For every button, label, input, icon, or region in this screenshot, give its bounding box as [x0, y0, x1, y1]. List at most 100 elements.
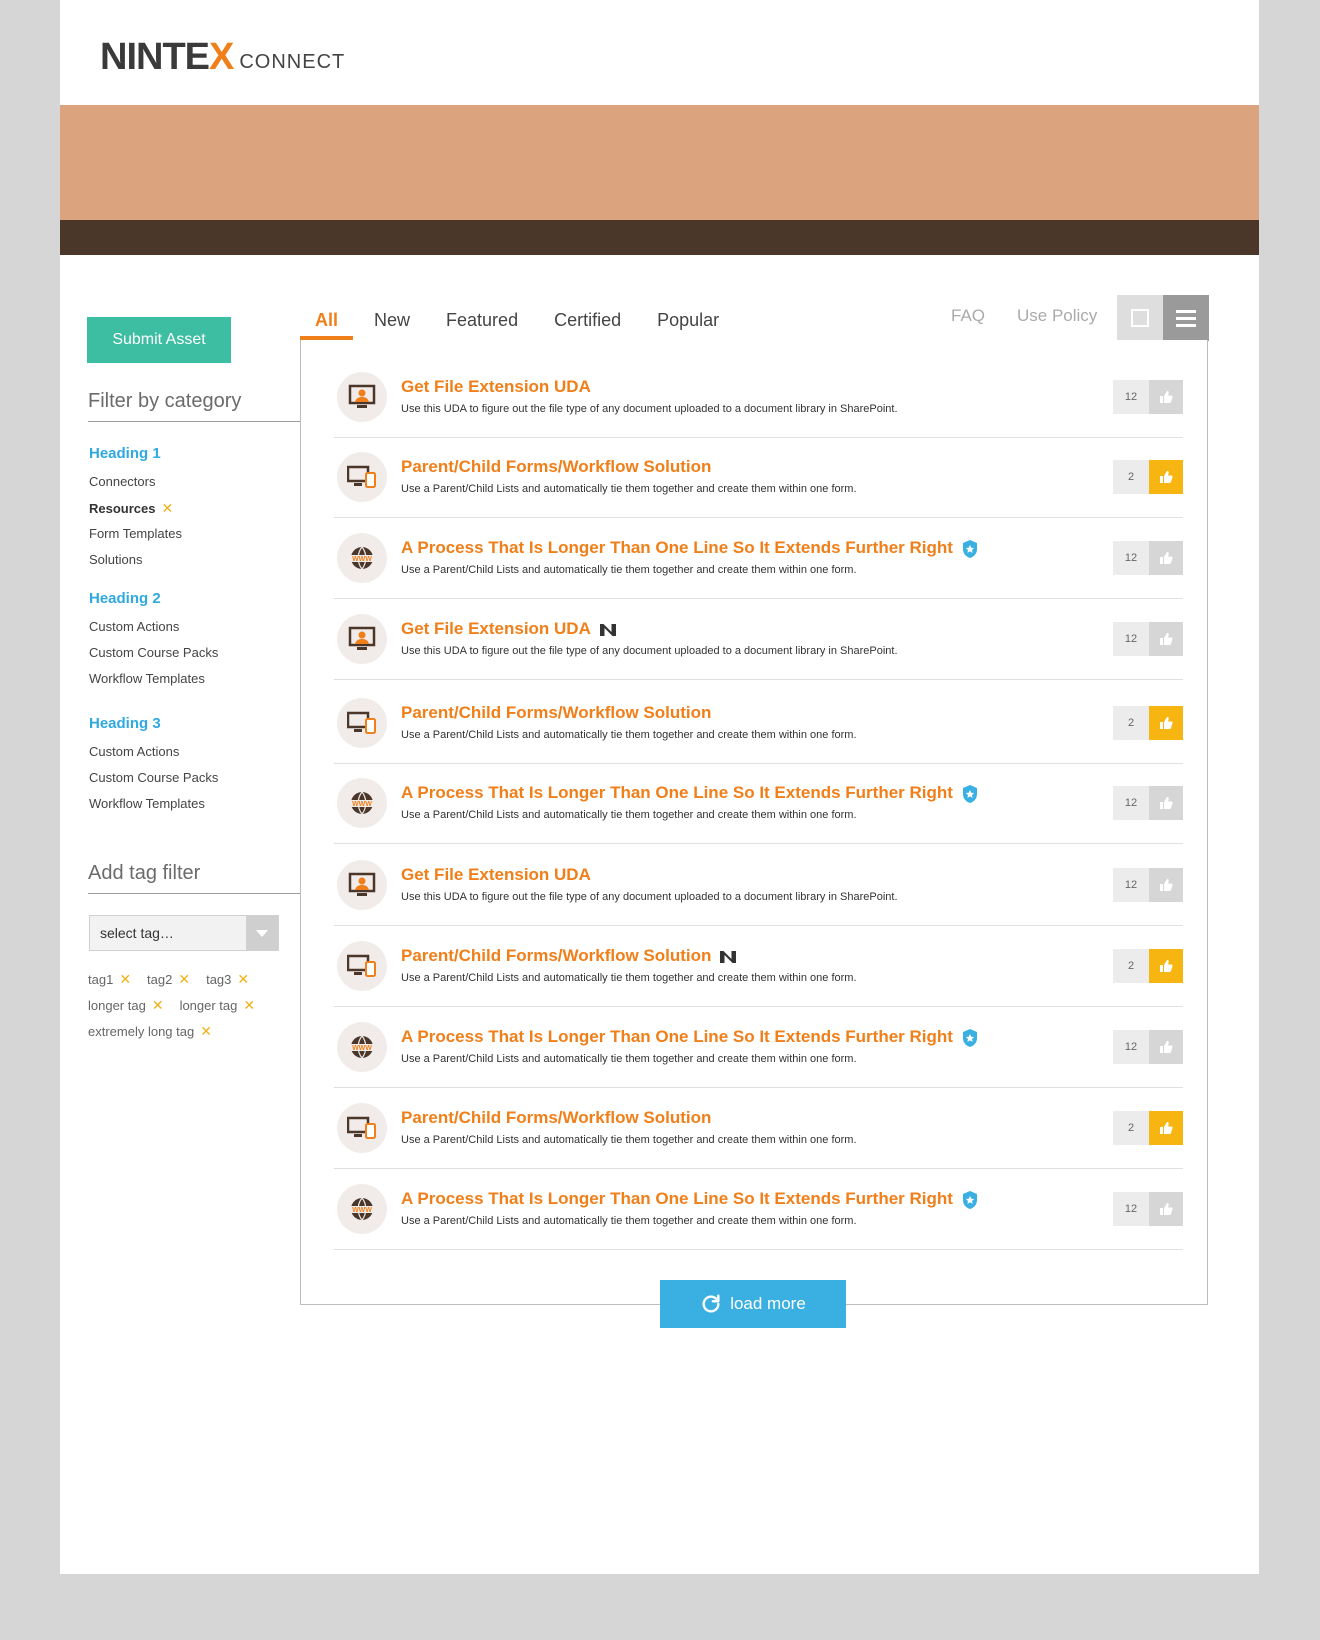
tab-certified[interactable]: Certified: [539, 300, 636, 340]
thumbs-up-icon[interactable]: [1149, 1111, 1183, 1145]
category-heading[interactable]: Heading 1: [89, 445, 182, 462]
thumbs-up-icon[interactable]: [1149, 868, 1183, 902]
tag-chip: tag1 ✕: [88, 968, 131, 994]
tab-new[interactable]: New: [359, 300, 425, 340]
remove-tag-icon[interactable]: ✕: [200, 1023, 212, 1039]
category-item[interactable]: Resources ✕: [89, 498, 182, 524]
asset-title: Parent/Child Forms/Workflow Solution: [401, 703, 712, 722]
thumbs-up-icon[interactable]: [1149, 622, 1183, 656]
vote-count: 12: [1113, 1030, 1149, 1064]
monitor-user-icon: [337, 860, 387, 910]
asset-row[interactable]: Get File Extension UDA Use this UDA to fi…: [334, 845, 1183, 926]
category-item[interactable]: Custom Actions: [89, 617, 218, 643]
svg-text:WWW: WWW: [352, 801, 372, 808]
asset-row[interactable]: WWW A Process That Is Longer Than One Lin…: [334, 763, 1183, 844]
remove-tag-icon[interactable]: ✕: [237, 971, 249, 987]
category-item[interactable]: Workflow Templates: [89, 794, 218, 820]
asset-title-link[interactable]: Parent/Child Forms/Workflow Solution: [401, 1108, 711, 1128]
asset-row[interactable]: WWW A Process That Is Longer Than One Lin…: [334, 1007, 1183, 1088]
vote-widget: 12: [1113, 380, 1183, 414]
list-view-icon[interactable]: [1163, 295, 1209, 341]
thumbs-up-icon[interactable]: [1149, 1030, 1183, 1064]
asset-description: Use a Parent/Child Lists and automatical…: [401, 483, 857, 495]
tag-select-dropdown[interactable]: select tag…: [89, 915, 279, 951]
tag-label: extremely long tag: [88, 1024, 195, 1039]
remove-filter-icon[interactable]: ✕: [161, 500, 173, 516]
thumbs-up-icon[interactable]: [1149, 380, 1183, 414]
globe-www-icon: WWW: [337, 778, 387, 828]
nintex-badge-icon: [599, 623, 616, 636]
submit-asset-button[interactable]: Submit Asset: [87, 317, 231, 363]
thumbs-up-icon[interactable]: [1149, 1192, 1183, 1226]
asset-title-link[interactable]: Parent/Child Forms/Workflow Solution: [401, 457, 711, 477]
certified-badge-icon: [962, 539, 977, 558]
vote-count: 2: [1113, 1111, 1149, 1145]
asset-title: Parent/Child Forms/Workflow Solution: [401, 946, 712, 965]
asset-row[interactable]: Parent/Child Forms/Workflow Solution Use …: [334, 1088, 1183, 1169]
load-more-label: load more: [730, 1294, 806, 1313]
category-item-label: Connectors: [89, 474, 156, 489]
remove-tag-icon[interactable]: ✕: [243, 997, 255, 1013]
thumbs-up-icon[interactable]: [1149, 541, 1183, 575]
asset-row[interactable]: Get File Extension UDA Use this UDA to fi…: [334, 599, 1183, 680]
vote-widget: 2: [1113, 1111, 1183, 1145]
category-item-label: Custom Course Packs: [89, 770, 219, 785]
asset-title-link[interactable]: Get File Extension UDA: [401, 865, 591, 885]
asset-title-link[interactable]: A Process That Is Longer Than One Line S…: [401, 538, 979, 559]
tab-all[interactable]: All: [300, 300, 354, 341]
devices-icon: [337, 452, 387, 502]
category-item[interactable]: Connectors: [89, 472, 182, 498]
asset-row[interactable]: WWW A Process That Is Longer Than One Lin…: [334, 518, 1183, 599]
asset-row[interactable]: Parent/Child Forms/Workflow Solution Use …: [334, 683, 1183, 764]
asset-title: A Process That Is Longer Than One Line S…: [401, 783, 953, 802]
monitor-user-icon: [337, 372, 387, 422]
category-item[interactable]: Form Templates: [89, 524, 182, 550]
category-item[interactable]: Workflow Templates: [89, 669, 218, 695]
tab-popular[interactable]: Popular: [642, 300, 734, 340]
remove-tag-icon[interactable]: ✕: [119, 971, 131, 987]
thumbs-up-icon[interactable]: [1149, 706, 1183, 740]
remove-tag-icon[interactable]: ✕: [152, 997, 164, 1013]
asset-title-link[interactable]: Parent/Child Forms/Workflow Solution: [401, 946, 737, 966]
asset-title-link[interactable]: A Process That Is Longer Than One Line S…: [401, 783, 979, 804]
devices-icon: [337, 698, 387, 748]
remove-tag-icon[interactable]: ✕: [178, 971, 190, 987]
category-item-label: Custom Actions: [89, 744, 180, 759]
asset-row[interactable]: Get File Extension UDA Use this UDA to fi…: [334, 357, 1183, 438]
asset-title-link[interactable]: Parent/Child Forms/Workflow Solution: [401, 703, 711, 723]
use-policy-link[interactable]: Use Policy: [1017, 306, 1097, 326]
asset-title-link[interactable]: A Process That Is Longer Than One Line S…: [401, 1027, 979, 1048]
thumbs-up-icon[interactable]: [1149, 786, 1183, 820]
vote-count: 2: [1113, 706, 1149, 740]
faq-link[interactable]: FAQ: [951, 306, 985, 326]
category-item[interactable]: Custom Actions: [89, 742, 218, 768]
thumbs-up-icon[interactable]: [1149, 460, 1183, 494]
asset-title: A Process That Is Longer Than One Line S…: [401, 1027, 953, 1046]
asset-title: Parent/Child Forms/Workflow Solution: [401, 457, 712, 476]
vote-widget: 12: [1113, 1192, 1183, 1226]
tab-featured[interactable]: Featured: [431, 300, 533, 340]
category-item[interactable]: Solutions: [89, 550, 182, 576]
vote-widget: 12: [1113, 1030, 1183, 1064]
load-more-button[interactable]: load more: [660, 1280, 846, 1328]
grid-view-icon[interactable]: [1117, 295, 1163, 341]
category-item[interactable]: Custom Course Packs: [89, 768, 218, 794]
chevron-down-icon[interactable]: [246, 916, 278, 950]
asset-description: Use this UDA to figure out the file type…: [401, 645, 898, 657]
asset-row[interactable]: Parent/Child Forms/Workflow Solution Use …: [334, 437, 1183, 518]
asset-title-link[interactable]: Get File Extension UDA: [401, 619, 617, 639]
category-heading[interactable]: Heading 3: [89, 715, 218, 732]
tag-label: tag3: [206, 972, 232, 987]
asset-title-link[interactable]: Get File Extension UDA: [401, 377, 591, 397]
category-item[interactable]: Custom Course Packs: [89, 643, 218, 669]
logo-subtitle: CONNECT: [239, 51, 346, 73]
vote-count: 12: [1113, 380, 1149, 414]
category-heading[interactable]: Heading 2: [89, 590, 218, 607]
thumbs-up-icon[interactable]: [1149, 949, 1183, 983]
asset-row[interactable]: WWW A Process That Is Longer Than One Lin…: [334, 1169, 1183, 1250]
tag-label: longer tag: [179, 998, 238, 1013]
nintex-connect-logo[interactable]: NINTEX CONNECT: [100, 38, 345, 76]
asset-row[interactable]: Parent/Child Forms/Workflow Solution Use …: [334, 926, 1183, 1007]
tag-label: tag1: [88, 972, 114, 987]
asset-title-link[interactable]: A Process That Is Longer Than One Line S…: [401, 1189, 979, 1210]
